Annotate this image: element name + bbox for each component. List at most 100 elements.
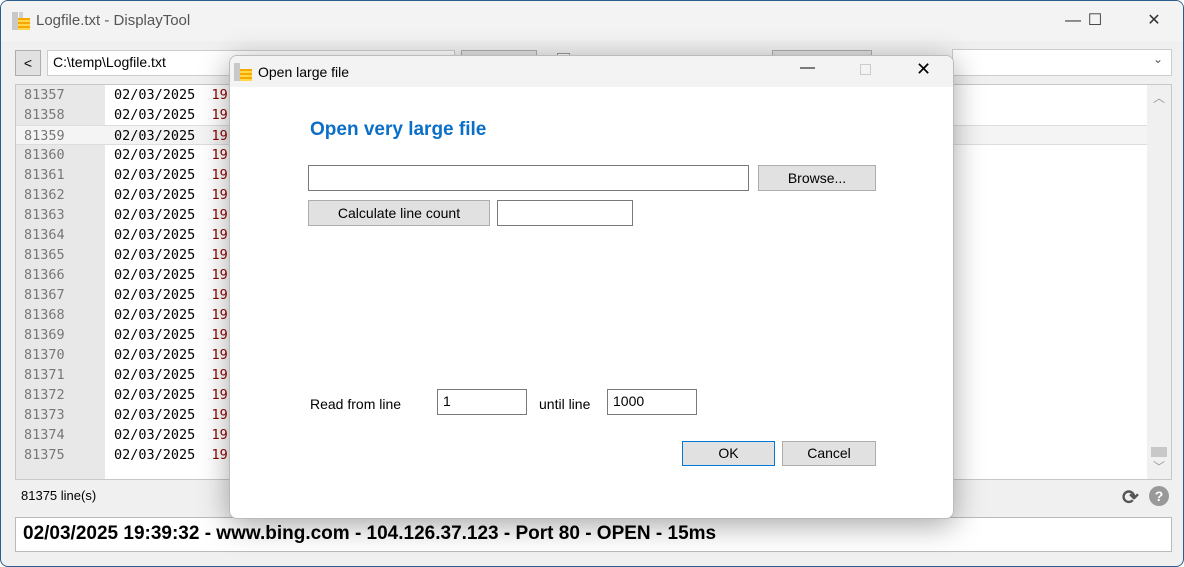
line-number: 81367 (24, 287, 65, 303)
maximize-button[interactable]: ☐ (1072, 1, 1118, 41)
log-text: 02/03/2025 19 (114, 265, 228, 285)
log-hour: 19 (211, 227, 228, 243)
file-path-input[interactable] (308, 165, 749, 191)
dialog-app-icon (234, 63, 252, 81)
line-number: 81357 (24, 87, 65, 103)
line-number: 81358 (24, 107, 65, 123)
log-text: 02/03/2025 19 (114, 405, 228, 425)
log-hour: 19 (211, 187, 228, 203)
selected-line-detail[interactable]: 02/03/2025 19:39:32 - www.bing.com - 104… (15, 517, 1172, 552)
vertical-scrollbar[interactable]: ︿ ﹀ (1147, 85, 1171, 479)
log-text: 02/03/2025 19 (114, 305, 228, 325)
dialog-minimize-button[interactable]: — (800, 59, 815, 76)
log-date: 02/03/2025 (114, 107, 196, 123)
dialog-title-bar: Open large file — ✕ (230, 56, 953, 87)
log-text: 02/03/2025 19 (114, 225, 228, 245)
app-icon (12, 12, 30, 30)
log-hour: 19 (211, 167, 228, 183)
log-date: 02/03/2025 (114, 167, 196, 183)
line-number: 81368 (24, 307, 65, 323)
log-hour: 19 (211, 307, 228, 323)
log-hour: 19 (211, 427, 228, 443)
cancel-button[interactable]: Cancel (782, 441, 876, 466)
window-title: Logfile.txt - DisplayTool (36, 12, 191, 29)
line-number: 81375 (24, 447, 65, 463)
log-date: 02/03/2025 (114, 147, 196, 163)
log-hour: 19 (211, 267, 228, 283)
log-text: 02/03/2025 19 (114, 285, 228, 305)
log-hour: 19 (211, 407, 228, 423)
filter-combo[interactable]: ⌄ (952, 49, 1172, 76)
log-date: 02/03/2025 (114, 287, 196, 303)
log-text: 02/03/2025 19 (114, 325, 228, 345)
scroll-down-icon[interactable]: ﹀ (1147, 458, 1171, 475)
line-number: 81363 (24, 207, 65, 223)
line-number: 81359 (24, 128, 65, 144)
open-large-file-dialog: Open large file — ✕ Open very large file… (229, 55, 954, 519)
until-line-label: until line (539, 396, 591, 412)
log-hour: 19 (211, 387, 228, 403)
log-text: 02/03/2025 19 (114, 145, 228, 165)
log-hour: 19 (211, 207, 228, 223)
log-hour: 19 (211, 128, 228, 144)
log-date: 02/03/2025 (114, 247, 196, 263)
line-number: 81366 (24, 267, 65, 283)
log-hour: 19 (211, 327, 228, 343)
chevron-down-icon: ⌄ (1152, 52, 1163, 66)
log-text: 02/03/2025 19 (114, 345, 228, 365)
line-number: 81360 (24, 147, 65, 163)
log-date: 02/03/2025 (114, 187, 196, 203)
until-line-input[interactable]: 1000 (607, 389, 697, 415)
log-text: 02/03/2025 19 (114, 245, 228, 265)
line-number: 81364 (24, 227, 65, 243)
log-text: 02/03/2025 19 (114, 85, 228, 105)
line-number: 81370 (24, 347, 65, 363)
log-date: 02/03/2025 (114, 387, 196, 403)
dialog-close-button[interactable]: ✕ (916, 59, 931, 80)
dialog-maximize-button (860, 64, 871, 75)
log-date: 02/03/2025 (114, 267, 196, 283)
log-date: 02/03/2025 (114, 447, 196, 463)
title-bar: Logfile.txt - DisplayTool — ☐ ✕ (1, 1, 1183, 41)
log-date: 02/03/2025 (114, 327, 196, 343)
dialog-heading: Open very large file (310, 119, 487, 140)
log-hour: 19 (211, 347, 228, 363)
log-text: 02/03/2025 19 (114, 365, 228, 385)
browse-button[interactable]: Browse... (758, 165, 876, 191)
log-text: 02/03/2025 19 (114, 445, 228, 465)
log-date: 02/03/2025 (114, 367, 196, 383)
back-button[interactable]: < (15, 50, 41, 76)
log-hour: 19 (211, 87, 228, 103)
line-number: 81373 (24, 407, 65, 423)
line-number: 81374 (24, 427, 65, 443)
refresh-icon[interactable]: ⟳ (1122, 485, 1139, 510)
line-number: 81365 (24, 247, 65, 263)
log-text: 02/03/2025 19 (114, 205, 228, 225)
line-number: 81369 (24, 327, 65, 343)
read-from-input[interactable]: 1 (437, 389, 527, 415)
log-text: 02/03/2025 19 (114, 425, 228, 445)
log-date: 02/03/2025 (114, 87, 196, 103)
log-text: 02/03/2025 19 (114, 185, 228, 205)
log-date: 02/03/2025 (114, 407, 196, 423)
log-hour: 19 (211, 147, 228, 163)
log-date: 02/03/2025 (114, 307, 196, 323)
log-text: 02/03/2025 19 (114, 105, 228, 125)
line-number: 81362 (24, 187, 65, 203)
scroll-up-icon[interactable]: ︿ (1147, 89, 1171, 106)
calculate-line-count-button[interactable]: Calculate line count (308, 200, 490, 226)
log-text: 02/03/2025 19 (114, 165, 228, 185)
help-icon[interactable]: ? (1149, 486, 1169, 506)
line-number: 81372 (24, 387, 65, 403)
line-count-output[interactable] (497, 200, 633, 226)
log-date: 02/03/2025 (114, 207, 196, 223)
line-number: 81371 (24, 367, 65, 383)
scroll-thumb[interactable] (1151, 447, 1167, 457)
read-from-label: Read from line (310, 396, 402, 412)
close-button[interactable]: ✕ (1131, 1, 1177, 41)
log-date: 02/03/2025 (114, 227, 196, 243)
log-hour: 19 (211, 107, 228, 123)
ok-button[interactable]: OK (682, 441, 775, 466)
log-text: 02/03/2025 19 (114, 126, 228, 146)
dialog-title: Open large file (258, 64, 350, 80)
